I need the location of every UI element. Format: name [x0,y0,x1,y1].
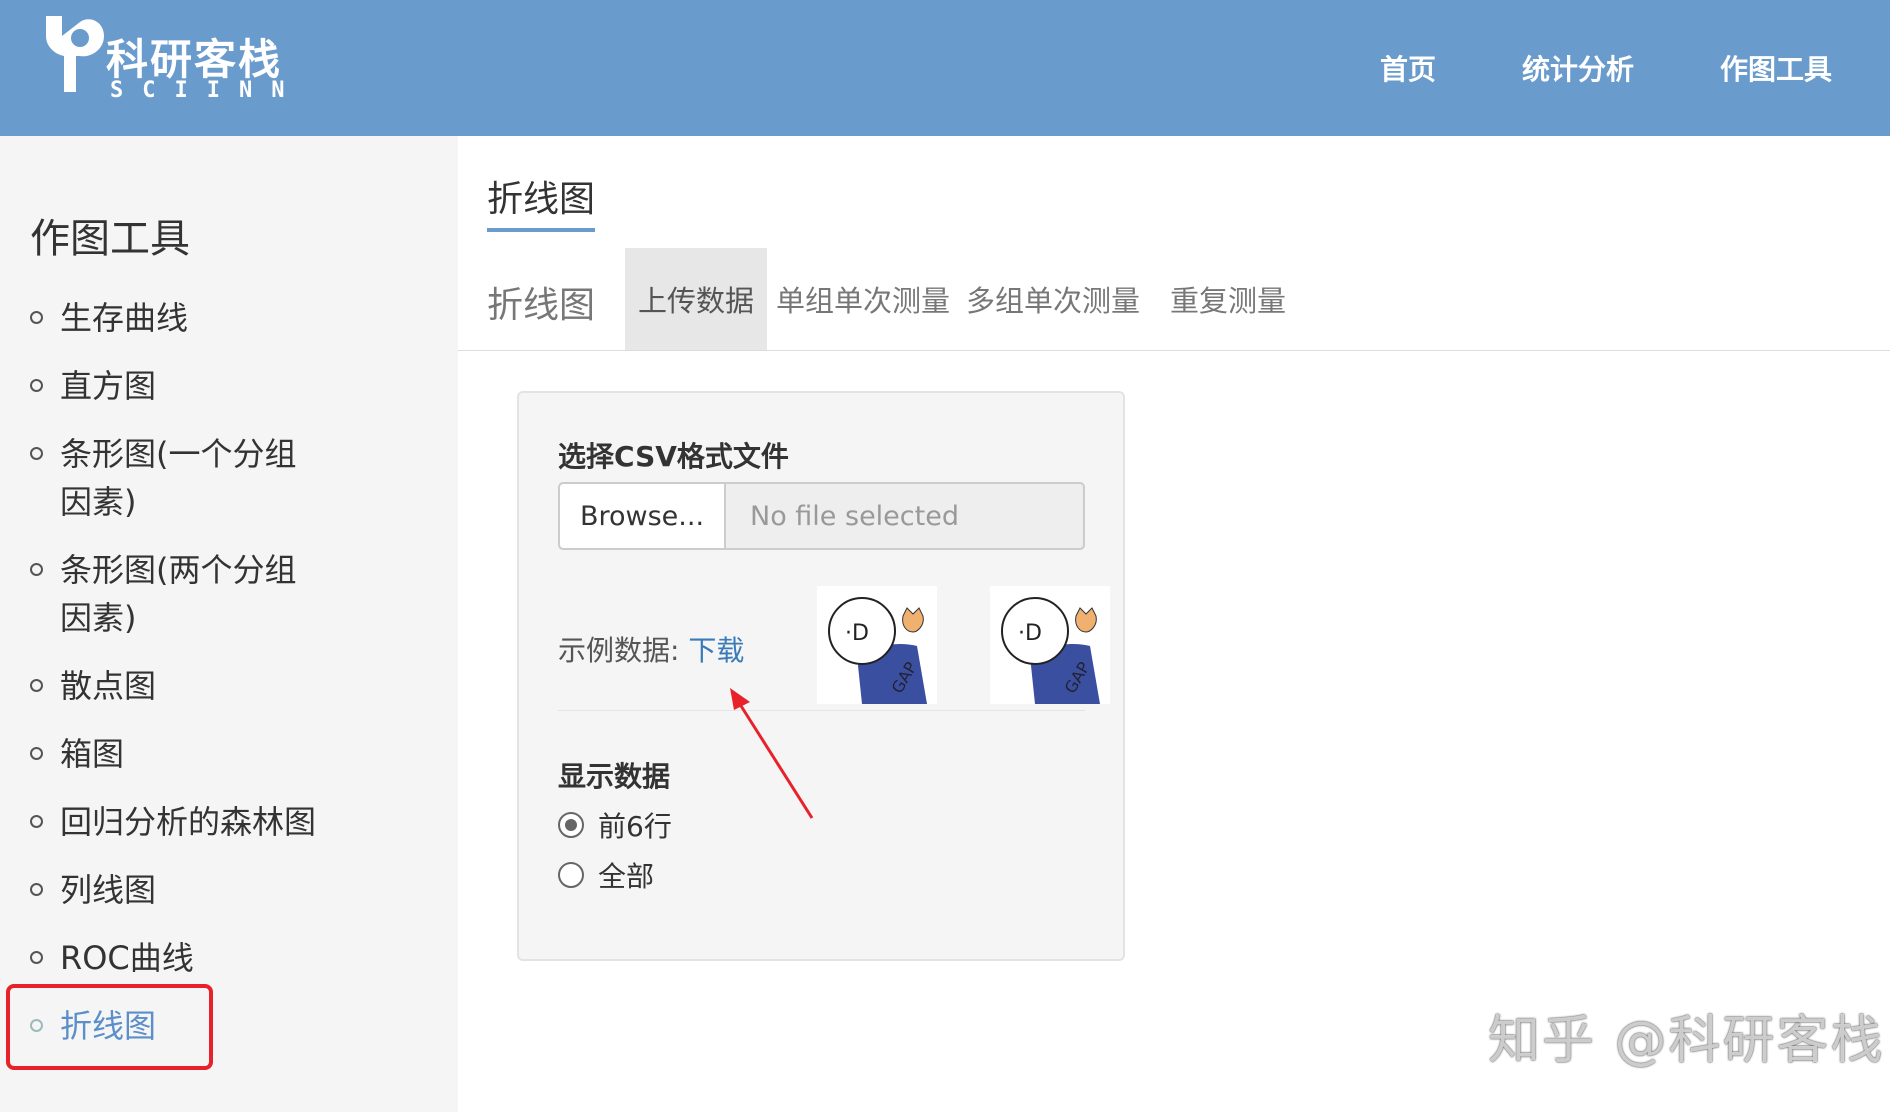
radio-first-6-rows[interactable]: 前6行 [558,805,672,845]
radio-label: 前6行 [598,810,672,843]
radio-all[interactable]: 全部 [558,855,654,895]
sidebar-item-scatter[interactable]: 散点图 [30,662,450,710]
bullet-icon [30,747,43,760]
bullet-icon [30,379,43,392]
sample-data-row: 示例数据: 下载 [558,629,744,669]
main-nav: 首页 统计分析 作图工具 [1380,0,1890,136]
sidebar-item-bar-one-factor[interactable]: 条形图(一个分组因素) [30,430,320,526]
sample-data-label: 示例数据: [558,634,689,667]
sidebar-item-label: ROC曲线 [60,939,194,977]
sidebar-item-bar-two-factors[interactable]: 条形图(两个分组因素) [30,546,320,642]
page-title: 折线图 [487,179,596,220]
highlight-box [6,984,213,1070]
bullet-icon [30,951,43,964]
tab-brand[interactable]: 折线图 [487,276,595,328]
sidebar-item-label: 箱图 [60,735,125,773]
sidebar-item-label: 生存曲线 [60,299,189,337]
sidebar-item-boxplot[interactable]: 箱图 [30,730,450,778]
sidebar-item-nomogram[interactable]: 列线图 [30,866,450,914]
sidebar-title: 作图工具 [30,216,190,262]
tab-multi-group[interactable]: 多组单次测量 [963,248,1143,350]
bullet-icon [30,815,43,828]
svg-text:·D: ·D [1018,621,1042,646]
logo-text-en: SCIINN [110,78,304,103]
sidebar-item-label: 条形图(两个分组因素) [60,551,297,637]
sticker-figure-icon: ·D GAP [990,586,1110,704]
sidebar-item-label: 直方图 [60,367,157,405]
bullet-icon [30,447,43,460]
svg-text:·D: ·D [845,621,869,646]
nav-statistics[interactable]: 统计分析 [1522,48,1634,88]
sidebar-item-label: 列线图 [60,871,157,909]
bullet-icon [30,563,43,576]
sticker-image: ·D GAP [990,586,1110,704]
tab-repeated[interactable]: 重复测量 [1153,248,1303,350]
top-header: 科研客栈 SCIINN 首页 统计分析 作图工具 [0,0,1890,136]
browse-button[interactable]: Browse... [560,484,726,548]
csv-file-label: 选择CSV格式文件 [558,440,789,473]
watermark: 知乎 @科研客栈 [1488,1011,1885,1071]
file-name-field[interactable]: No file selected [726,484,1083,548]
sidebar: 作图工具 生存曲线 直方图 条形图(一个分组因素) 条形图(两个分组因素) 散点… [0,136,458,1112]
page-title-underline [487,228,595,232]
sidebar-item-label: 回归分析的森林图 [60,803,317,841]
nav-plot-tools[interactable]: 作图工具 [1720,48,1832,88]
bullet-icon [30,679,43,692]
upload-panel: 选择CSV格式文件 Browse... No file selected 示例数… [517,391,1125,961]
tab-single-group[interactable]: 单组单次测量 [773,248,953,350]
sidebar-item-histogram[interactable]: 直方图 [30,362,450,410]
site-logo[interactable]: 科研客栈 SCIINN [46,12,306,107]
annotation-arrow-icon [730,688,814,819]
sticker-figure-icon: ·D GAP [817,586,937,704]
bullet-icon [30,311,43,324]
bullet-icon [30,883,43,896]
radio-button-icon[interactable] [558,862,584,888]
show-data-label: 显示数据 [558,760,671,793]
file-input-group[interactable]: Browse... No file selected [558,482,1085,550]
sidebar-item-forest-plot[interactable]: 回归分析的森林图 [30,798,450,846]
sidebar-item-survival-curve[interactable]: 生存曲线 [30,294,450,342]
sample-download-link[interactable]: 下载 [688,634,744,667]
sidebar-item-label: 条形图(一个分组因素) [60,435,297,521]
tab-upload-data[interactable]: 上传数据 [625,248,767,350]
tabs-bar: 折线图 上传数据 单组单次测量 多组单次测量 重复测量 [458,248,1890,351]
sticker-image: ·D GAP [817,586,937,704]
logo-mark-icon [46,16,104,92]
sidebar-list: 生存曲线 直方图 条形图(一个分组因素) 条形图(两个分组因素) 散点图 箱图 … [30,294,450,1070]
sidebar-item-roc-curve[interactable]: ROC曲线 [30,934,450,982]
radio-label: 全部 [598,860,655,893]
nav-home[interactable]: 首页 [1380,48,1436,88]
sidebar-item-label: 散点图 [60,667,157,705]
radio-button-icon[interactable] [558,812,584,838]
